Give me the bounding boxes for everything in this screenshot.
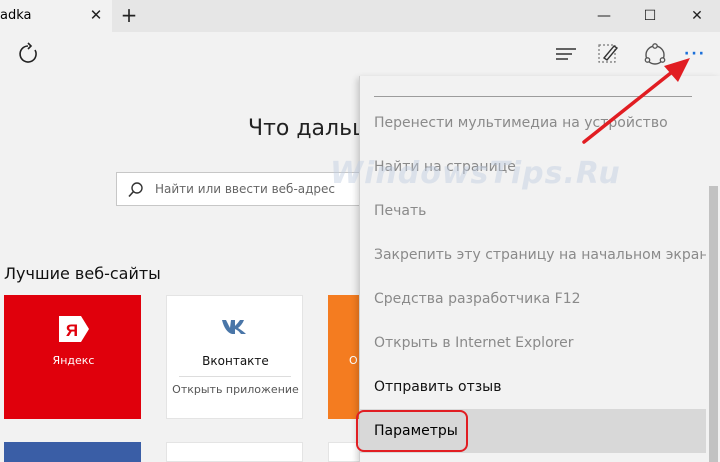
refresh-button[interactable] — [8, 32, 48, 76]
tile-row2-2[interactable] — [166, 442, 303, 462]
yandex-label: Яндекс — [52, 354, 95, 367]
search-icon — [128, 182, 143, 198]
page-heading: Что дальш — [248, 116, 373, 141]
watermark: WindowsTips.Ru — [330, 156, 621, 191]
close-window-button[interactable]: ✕ — [674, 0, 720, 32]
scrollbar-thumb[interactable] — [709, 186, 718, 462]
yandex-logo-letter: Я — [66, 321, 78, 340]
vkontakte-label: Вконтакте — [202, 354, 269, 368]
menu-item-7[interactable]: Отправить отзыв — [360, 365, 706, 409]
partial-tile-label: О — [349, 354, 358, 367]
tile-vkontakte[interactable]: Вконтакте Открыть приложение — [166, 295, 303, 419]
more-actions-button[interactable]: ··· — [676, 32, 716, 76]
yandex-logo: Я — [59, 316, 89, 342]
share-icon — [644, 43, 666, 65]
tile-divider — [179, 376, 291, 377]
minimize-button[interactable]: — — [581, 0, 627, 32]
tile-row2-1[interactable] — [4, 442, 141, 462]
annotation-highlight-box — [356, 410, 468, 452]
hub-icon — [556, 48, 576, 60]
browser-tab[interactable]: adka ✕ — [0, 0, 112, 32]
menu-item-6: Открыть в Internet Explorer — [374, 335, 574, 351]
title-bar: adka ✕ + — ☐ ✕ — [0, 0, 720, 32]
new-tab-button[interactable]: + — [118, 4, 140, 26]
open-app-link[interactable]: Открыть приложение — [167, 382, 302, 397]
hub-button[interactable] — [546, 32, 586, 76]
tile-yandex[interactable]: Я Яндекс — [4, 295, 141, 419]
menu-item-1: Перенести мультимедиа на устройство — [374, 115, 668, 131]
maximize-button[interactable]: ☐ — [627, 0, 673, 32]
menu-item-5: Средства разработчика F12 — [374, 291, 581, 307]
web-note-icon — [598, 44, 619, 63]
browser-toolbar: ··· — [0, 32, 720, 76]
tab-title: adka — [0, 8, 32, 23]
web-note-button[interactable] — [588, 32, 628, 76]
top-sites-heading: Лучшие веб-сайты — [4, 264, 161, 283]
more-icon: ··· — [684, 46, 706, 62]
menu-divider — [374, 96, 692, 97]
refresh-icon — [19, 42, 37, 63]
share-button[interactable] — [634, 32, 674, 76]
menu-scrollbar[interactable] — [706, 76, 720, 462]
close-tab-icon[interactable]: ✕ — [88, 6, 104, 24]
more-actions-menu: Перенести мультимедиа на устройство Найти… — [359, 76, 720, 462]
vk-logo-icon — [222, 320, 246, 334]
menu-item-4: Закрепить эту страницу на начальном экра… — [374, 247, 718, 263]
menu-item-3: Печать — [374, 203, 427, 219]
